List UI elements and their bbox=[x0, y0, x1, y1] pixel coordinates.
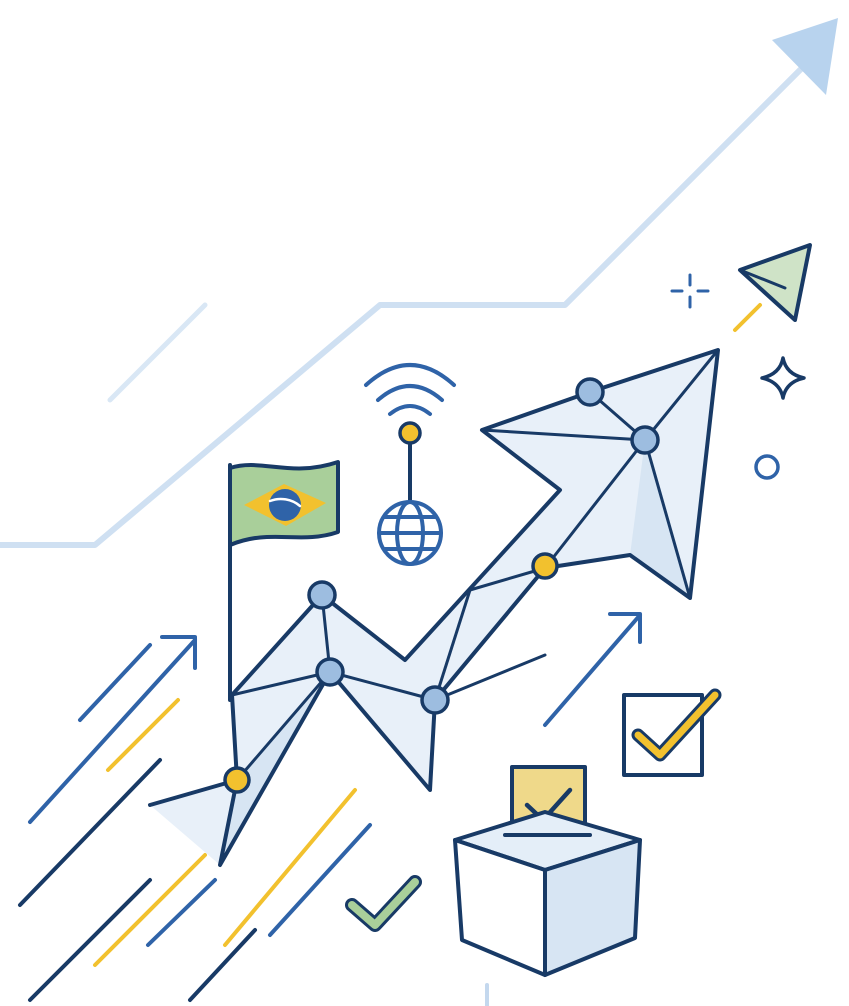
background-arrow-icon bbox=[0, 18, 838, 548]
illustration-canvas bbox=[0, 18, 838, 1006]
wifi-signal-icon bbox=[364, 363, 456, 416]
circle-icon bbox=[754, 454, 780, 480]
checkbox-checked-icon bbox=[622, 688, 722, 777]
ballot-box-icon bbox=[453, 765, 642, 977]
globe-icon bbox=[377, 421, 443, 566]
paper-plane-icon bbox=[733, 243, 812, 332]
checkmark-icon bbox=[345, 875, 422, 932]
illustration bbox=[0, 0, 849, 1006]
